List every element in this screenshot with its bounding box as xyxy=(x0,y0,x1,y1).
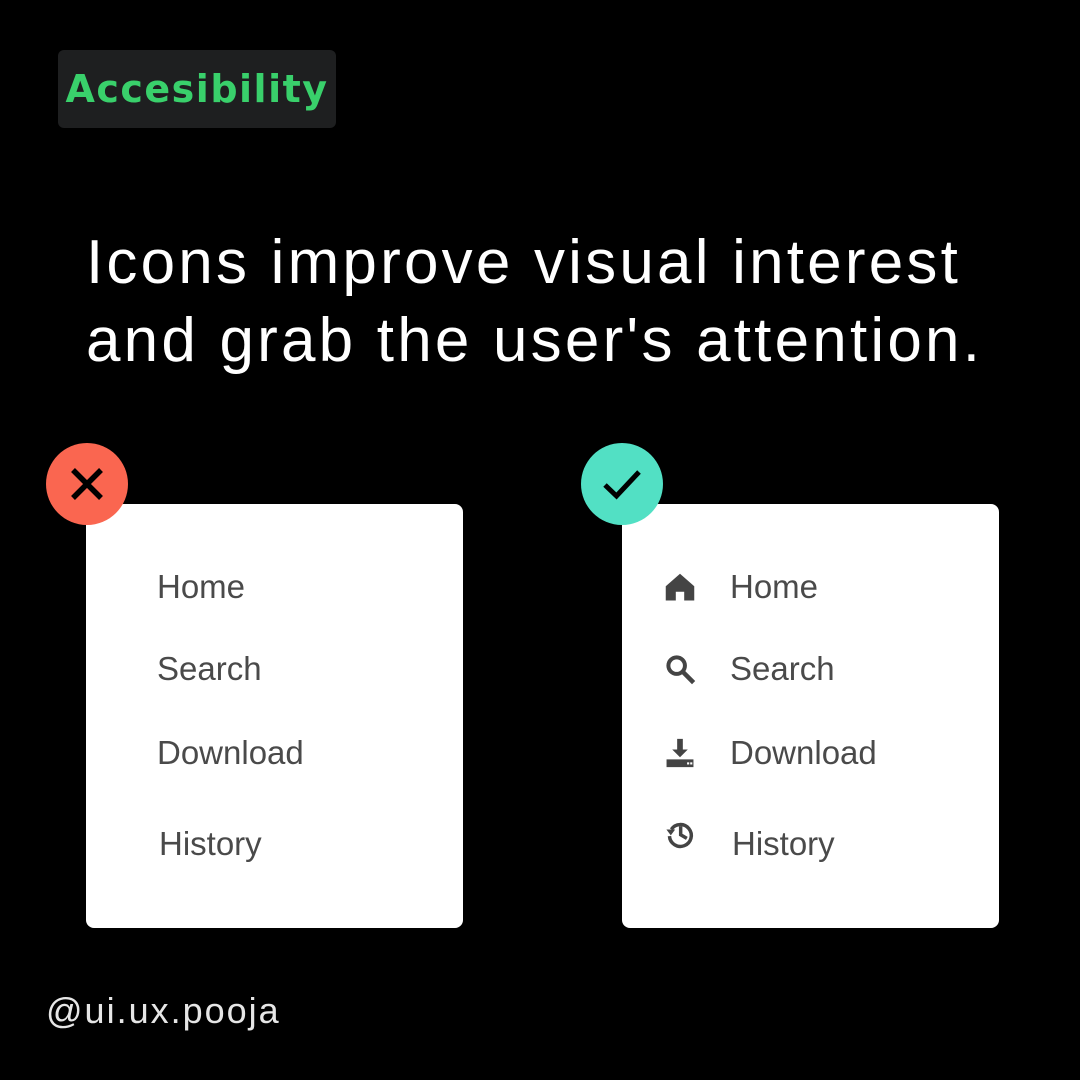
search-icon xyxy=(662,651,698,687)
menu-card-without-icons: Home Search Download History xyxy=(86,504,463,928)
headline: Icons improve visual interest and grab t… xyxy=(86,224,1066,380)
menu-item-history[interactable]: History xyxy=(622,819,999,869)
menu-item-search[interactable]: Search xyxy=(86,644,463,694)
menu-item-home[interactable]: Home xyxy=(622,562,999,612)
menu-item-download[interactable]: Download xyxy=(86,728,463,778)
check-icon xyxy=(603,470,641,500)
home-icon xyxy=(662,569,698,605)
menu-item-label: History xyxy=(159,825,262,862)
close-icon xyxy=(71,468,103,500)
menu-item-label: Search xyxy=(157,650,262,687)
menu-item-home[interactable]: Home xyxy=(86,562,463,612)
download-icon xyxy=(662,735,698,771)
headline-line-2: and grab the user's attention. xyxy=(86,306,984,375)
headline-line-1: Icons improve visual interest xyxy=(86,228,962,297)
author-handle: @ui.ux.pooja xyxy=(46,990,281,1031)
menu-item-label: History xyxy=(732,825,835,862)
menu-card-with-icons: Home Search Download History xyxy=(622,504,999,928)
menu-item-label: Search xyxy=(730,650,835,687)
category-tag: Accesibility xyxy=(58,50,336,128)
menu-item-label: Home xyxy=(730,568,819,605)
history-icon xyxy=(662,816,698,852)
correct-badge xyxy=(581,443,663,525)
menu-item-label: Home xyxy=(157,568,246,605)
menu-item-search[interactable]: Search xyxy=(622,644,999,694)
category-tag-label: Accesibility xyxy=(65,67,329,111)
menu-item-label: Download xyxy=(730,734,877,771)
menu-item-label: Download xyxy=(157,734,304,771)
menu-item-download[interactable]: Download xyxy=(622,728,999,778)
menu-item-history[interactable]: History xyxy=(86,819,463,869)
incorrect-badge xyxy=(46,443,128,525)
